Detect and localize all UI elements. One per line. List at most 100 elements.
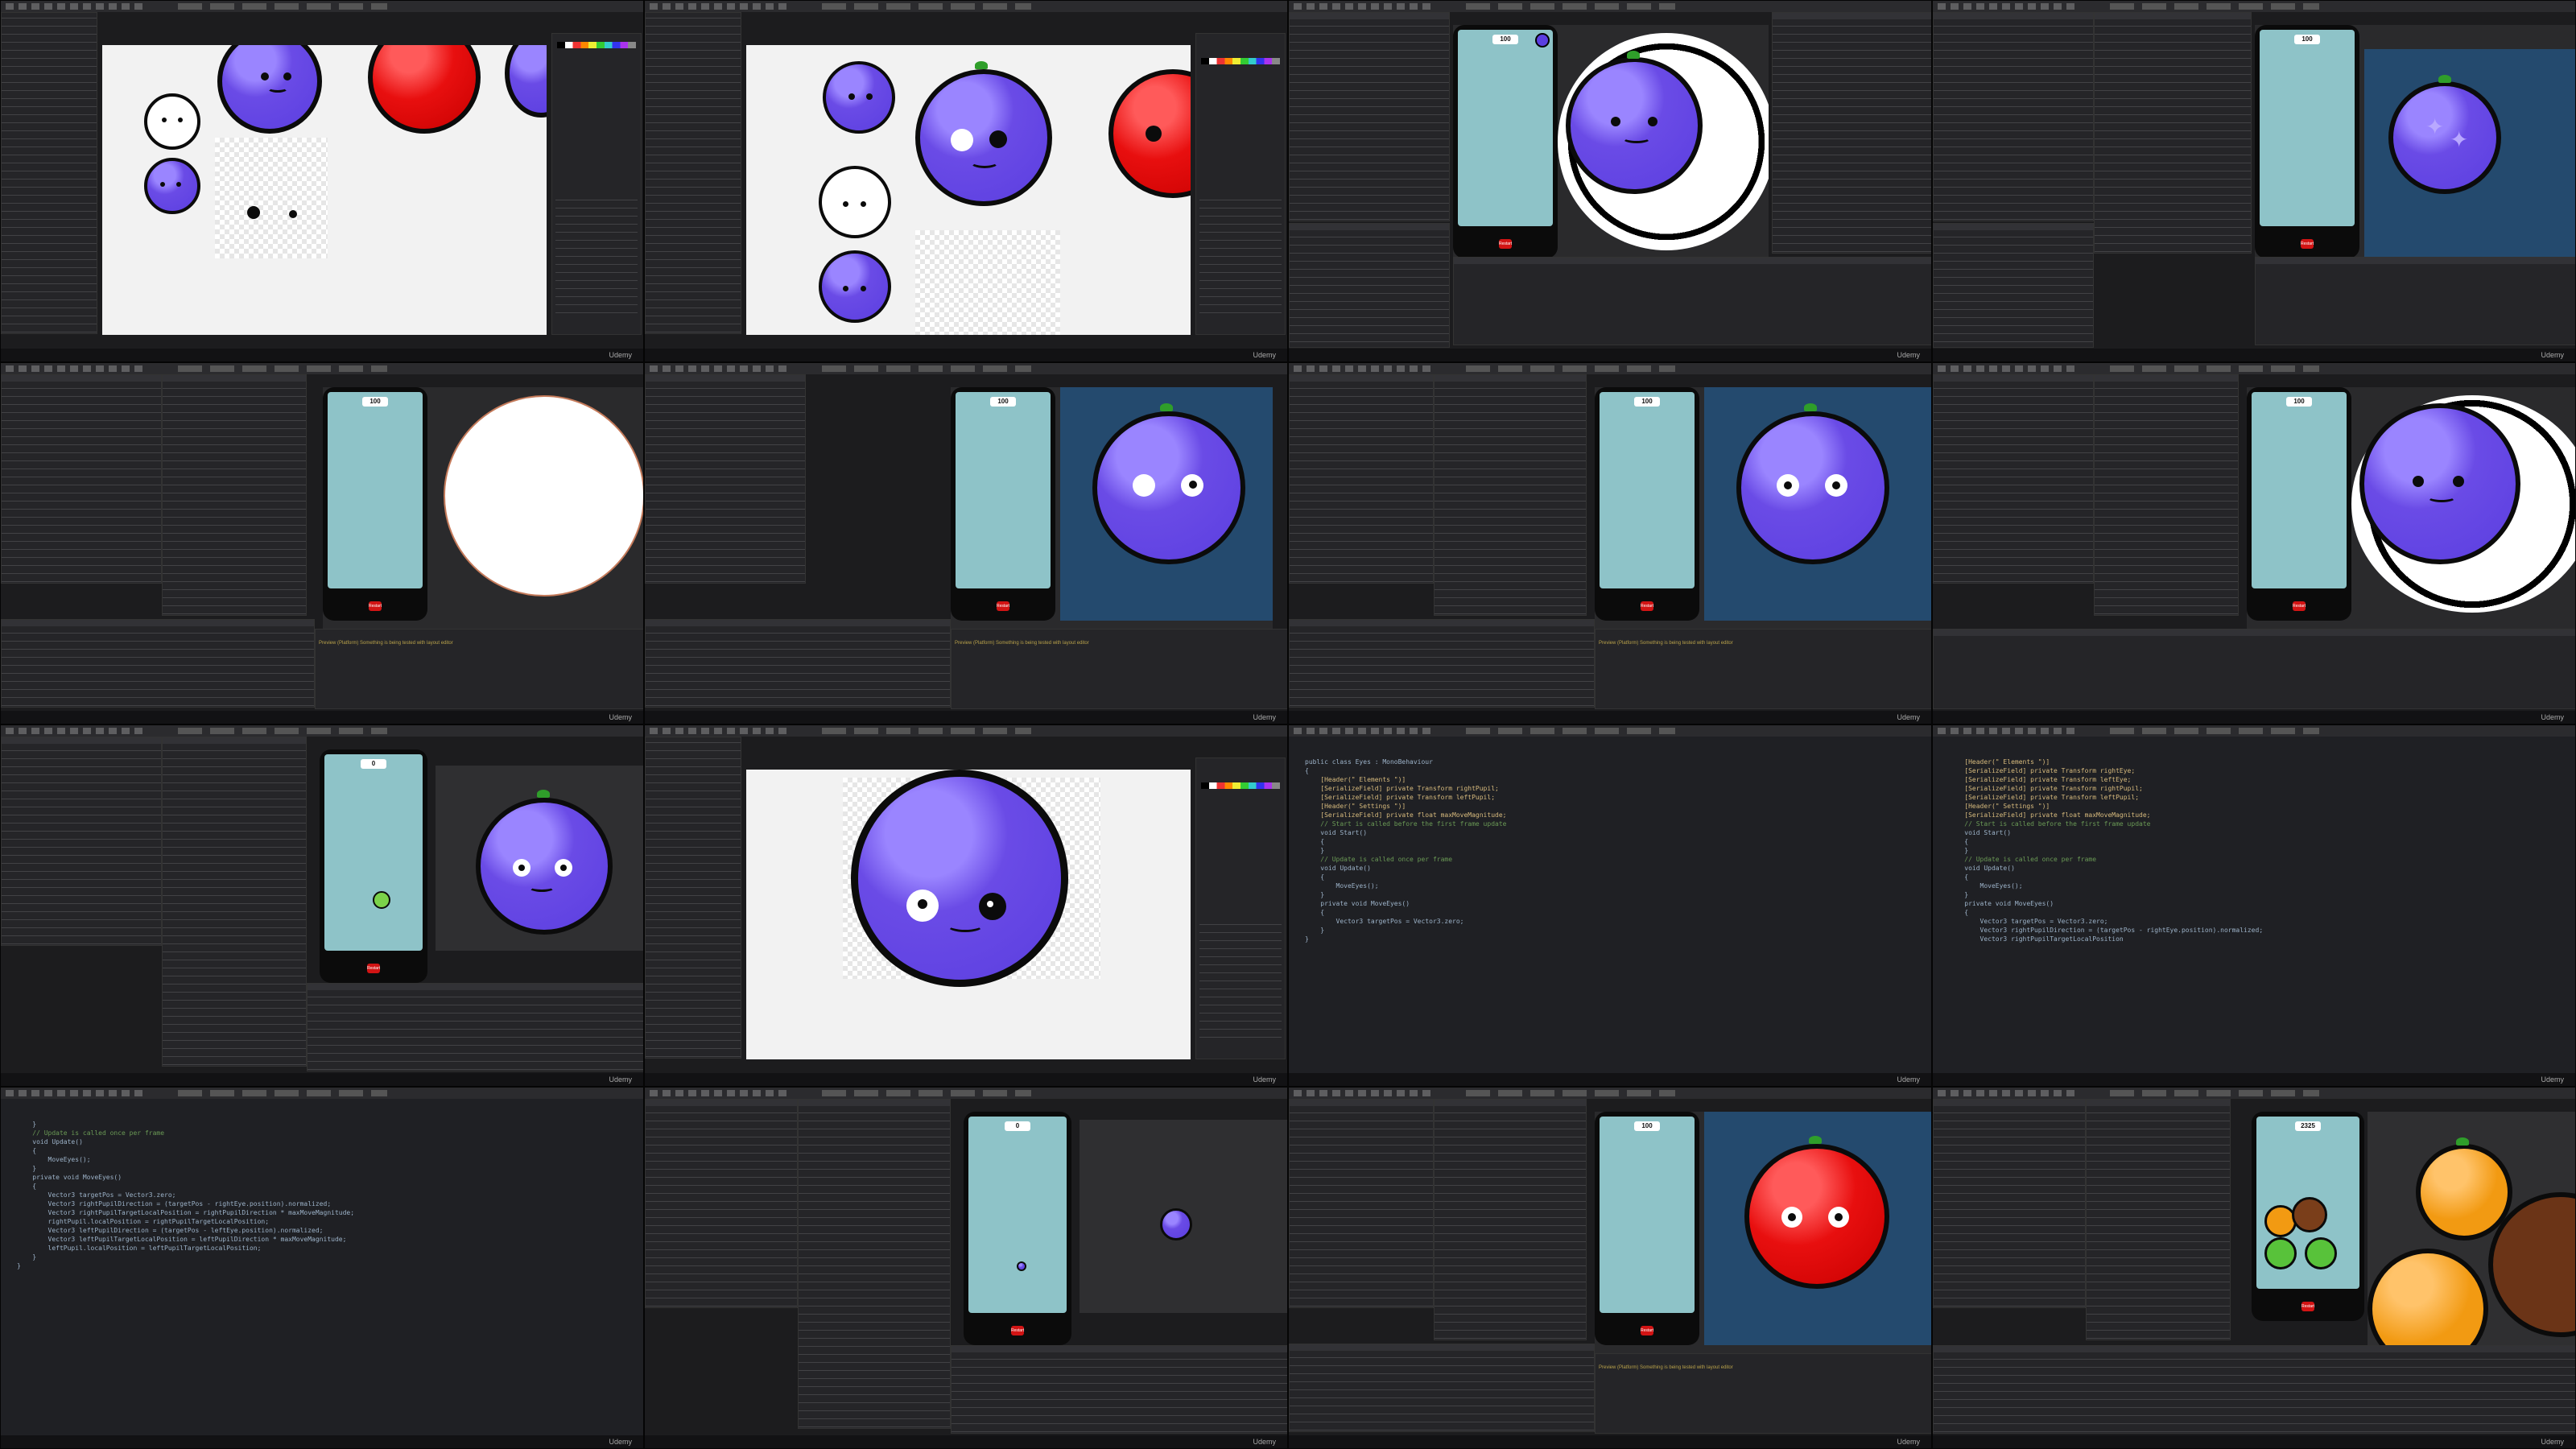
code-line[interactable]: {	[1305, 908, 1506, 917]
hierarchy-panel[interactable]	[645, 374, 806, 584]
code-editor[interactable]: [Header(" Elements ")] [SerializeField] …	[1949, 758, 2263, 943]
code-line[interactable]: Vector3 rightPupilTargetLocalPosition	[1949, 935, 2263, 943]
console-panel[interactable]	[951, 1345, 1287, 1434]
editor-tab-bar[interactable]	[1, 1088, 643, 1099]
restart-button[interactable]: Restart	[2293, 601, 2306, 611]
game-view[interactable]: 0 Restart	[964, 1112, 1071, 1345]
code-line[interactable]: MoveEyes();	[17, 1155, 354, 1164]
code-line[interactable]: void Update()	[17, 1137, 354, 1146]
scene-view[interactable]: 100 Restart	[951, 387, 1273, 629]
code-editor[interactable]: public class Eyes : MonoBehaviour{ [Head…	[1305, 758, 1506, 943]
layers-panel[interactable]	[1195, 758, 1286, 1059]
restart-button[interactable]: Restart	[2301, 239, 2314, 249]
layers-panel[interactable]	[551, 33, 642, 335]
menu-bar[interactable]	[1933, 1, 2575, 12]
scene-view[interactable]	[436, 766, 643, 951]
code-line[interactable]: {	[1949, 873, 2263, 881]
editor-tab-bar[interactable]	[1933, 725, 2575, 737]
code-line[interactable]: }	[1305, 846, 1506, 855]
code-line[interactable]: {	[1305, 766, 1506, 775]
code-line[interactable]: MoveEyes();	[1949, 881, 2263, 890]
console-panel[interactable]	[2255, 257, 2575, 345]
restart-button[interactable]: Restart	[367, 964, 380, 973]
code-line[interactable]: leftPupil.localPosition = leftPupilTarge…	[17, 1244, 354, 1253]
inspector-panel[interactable]	[162, 737, 307, 1067]
editor-tab-bar[interactable]	[1289, 725, 1931, 737]
scene-view[interactable]	[1080, 1120, 1287, 1313]
tools-panel[interactable]	[1, 12, 97, 334]
console-panel[interactable]	[1933, 629, 2575, 709]
inspector-panel[interactable]	[1434, 1099, 1587, 1340]
code-line[interactable]: [SerializeField] private float maxMoveMa…	[1305, 811, 1506, 819]
restart-button[interactable]: Restart	[369, 601, 382, 611]
code-line[interactable]: private void MoveEyes()	[17, 1173, 354, 1182]
code-line[interactable]: [Header(" Elements ")]	[1305, 775, 1506, 784]
code-line[interactable]: {	[1305, 837, 1506, 846]
project-panel[interactable]	[1933, 223, 2094, 348]
inspector-panel[interactable]	[2086, 1099, 2231, 1340]
scene-view[interactable]: 100 Restart	[323, 387, 643, 629]
hierarchy-panel[interactable]	[1289, 374, 1434, 584]
code-line[interactable]: Vector3 leftPupilTargetLocalPosition = l…	[17, 1235, 354, 1244]
code-line[interactable]: [Header(" Settings ")]	[1949, 802, 2263, 811]
scene-view[interactable]: 100 Restart ✦ ✦	[2255, 25, 2575, 266]
code-line[interactable]: }	[17, 1261, 354, 1270]
code-line[interactable]: }	[1305, 926, 1506, 935]
code-line[interactable]: }	[17, 1253, 354, 1261]
drawing-canvas[interactable]	[746, 770, 1191, 1059]
hierarchy-panel[interactable]	[645, 1099, 798, 1308]
code-line[interactable]: [SerializeField] private float maxMoveMa…	[1949, 811, 2263, 819]
game-view[interactable]: 0 Restart	[320, 749, 427, 983]
code-line[interactable]: }	[1949, 890, 2263, 899]
code-line[interactable]: {	[17, 1146, 354, 1155]
restart-button[interactable]: Restart	[1641, 1326, 1653, 1335]
code-line[interactable]: [SerializeField] private Transform right…	[1949, 766, 2263, 775]
hierarchy-panel[interactable]	[1933, 12, 2094, 221]
menu-bar[interactable]	[1933, 363, 2575, 374]
drawing-canvas[interactable]	[746, 45, 1191, 335]
game-view[interactable]: 2325 Restart	[2252, 1112, 2364, 1321]
code-line[interactable]: }	[1949, 846, 2263, 855]
scene-view[interactable]	[2368, 1112, 2575, 1345]
code-line[interactable]: MoveEyes();	[1305, 881, 1506, 890]
scene-view[interactable]: 100 Restart	[2247, 387, 2575, 629]
code-line[interactable]: {	[17, 1182, 354, 1191]
code-line[interactable]: // Start is called before the first fram…	[1305, 819, 1506, 828]
code-line[interactable]: Vector3 targetPos = Vector3.zero;	[1949, 917, 2263, 926]
tools-panel[interactable]	[645, 12, 741, 334]
code-line[interactable]: [SerializeField] private Transform leftP…	[1949, 793, 2263, 802]
menu-bar[interactable]	[1933, 1088, 2575, 1099]
code-line[interactable]: // Update is called once per frame	[17, 1129, 354, 1137]
code-line[interactable]: {	[1949, 837, 2263, 846]
inspector-panel[interactable]	[1772, 12, 1931, 254]
console-panel[interactable]	[307, 983, 643, 1071]
code-line[interactable]: [SerializeField] private Transform leftE…	[1949, 775, 2263, 784]
project-panel[interactable]	[1289, 619, 1595, 708]
layers-panel[interactable]	[1195, 33, 1286, 335]
code-line[interactable]: // Update is called once per frame	[1949, 855, 2263, 864]
project-panel[interactable]	[645, 619, 951, 708]
menu-bar[interactable]	[645, 1088, 1287, 1099]
menu-bar[interactable]	[645, 363, 1287, 374]
code-line[interactable]: void Start()	[1949, 828, 2263, 837]
code-line[interactable]: void Start()	[1305, 828, 1506, 837]
code-line[interactable]: }	[1305, 935, 1506, 943]
code-line[interactable]: {	[1949, 908, 2263, 917]
scene-view[interactable]: 100 Restart	[1595, 1112, 1931, 1353]
hierarchy-panel[interactable]	[1933, 1099, 2086, 1308]
code-line[interactable]: [SerializeField] private Transform right…	[1305, 784, 1506, 793]
restart-button[interactable]: Restart	[997, 601, 1009, 611]
hierarchy-panel[interactable]	[1933, 374, 2094, 584]
code-line[interactable]: Vector3 rightPupilDirection = (targetPos…	[17, 1199, 354, 1208]
code-line[interactable]: [SerializeField] private Transform leftP…	[1305, 793, 1506, 802]
console-panel[interactable]: Preview (Platform) Something is being te…	[1595, 629, 1931, 709]
code-editor[interactable]: } // Update is called once per frame voi…	[17, 1120, 354, 1270]
code-line[interactable]: Vector3 rightPupilTargetLocalPosition = …	[17, 1208, 355, 1217]
restart-button[interactable]: Restart	[1641, 601, 1653, 611]
console-panel[interactable]: Preview (Platform) Something is being te…	[315, 629, 643, 709]
console-panel[interactable]: Preview (Platform) Something is being te…	[1595, 1353, 1931, 1434]
code-line[interactable]: [Header(" Settings ")]	[1305, 802, 1506, 811]
code-line[interactable]: // Start is called before the first fram…	[1949, 819, 2263, 828]
code-line[interactable]: // Update is called once per frame	[1305, 855, 1506, 864]
project-panel[interactable]	[1, 619, 315, 708]
